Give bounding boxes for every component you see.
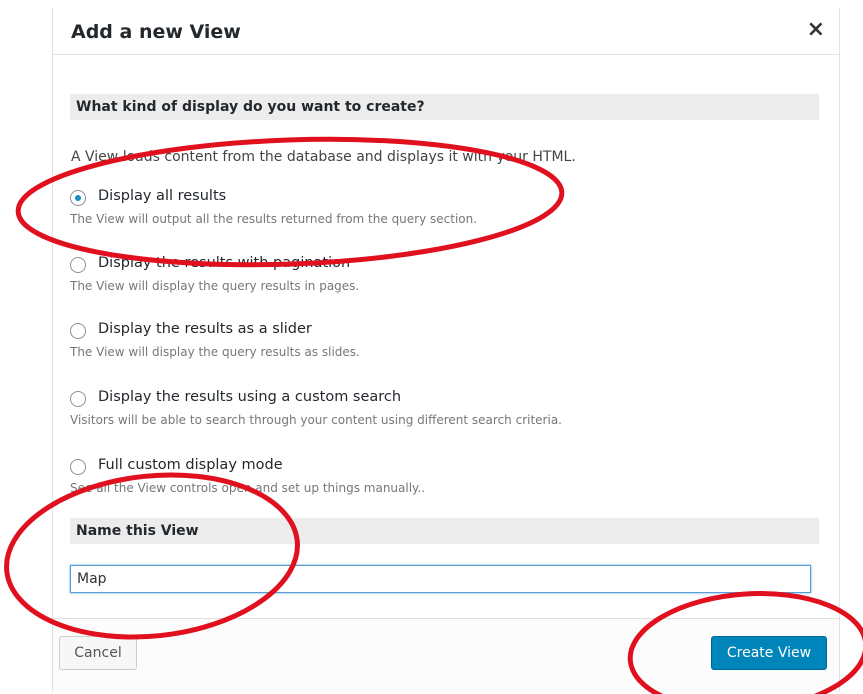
dialog-footer: Cancel Create View <box>53 618 839 693</box>
display-type-heading: What kind of display do you want to crea… <box>70 94 819 120</box>
name-view-heading: Name this View <box>70 518 819 544</box>
close-icon[interactable]: × <box>807 19 825 41</box>
option-label: Display all results <box>98 188 227 204</box>
radio-custom-search[interactable] <box>70 391 86 407</box>
option-label: Display the results with pagination <box>98 255 351 271</box>
option-description: The View will output all the results ret… <box>70 212 478 226</box>
add-view-dialog: Add a new View × What kind of display do… <box>52 8 840 693</box>
option-label: Display the results using a custom searc… <box>98 389 402 405</box>
option-description: Visitors will be able to search through … <box>70 413 562 427</box>
create-view-button[interactable]: Create View <box>711 636 827 670</box>
view-name-input[interactable] <box>70 565 811 593</box>
display-type-intro: A View loads content from the database a… <box>71 149 576 165</box>
cancel-button[interactable]: Cancel <box>59 636 137 670</box>
dialog-header: Add a new View × <box>53 8 839 55</box>
radio-display-all[interactable] <box>70 190 86 206</box>
option-description: The View will display the query results … <box>70 345 360 359</box>
option-description: The View will display the query results … <box>70 279 360 293</box>
dialog-title: Add a new View <box>71 21 241 43</box>
radio-slider[interactable] <box>70 323 86 339</box>
option-label: Display the results as a slider <box>98 321 312 337</box>
radio-pagination[interactable] <box>70 257 86 273</box>
option-description: See all the View controls open and set u… <box>70 481 426 495</box>
radio-full-custom[interactable] <box>70 459 86 475</box>
option-label: Full custom display mode <box>98 457 283 473</box>
